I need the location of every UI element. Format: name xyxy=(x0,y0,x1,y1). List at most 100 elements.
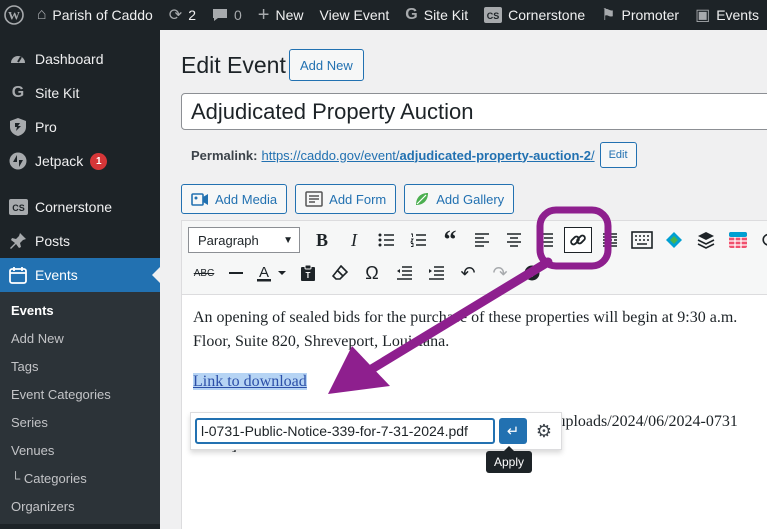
undo-icon[interactable]: ↶ xyxy=(452,259,484,287)
layers-icon[interactable] xyxy=(690,226,722,254)
classic-editor: Paragraph ▼ B I “ ABC A T Ω ↶ ↷ ? An ope… xyxy=(181,220,767,529)
paste-text-icon[interactable]: T xyxy=(292,259,324,287)
bold-icon[interactable]: B xyxy=(306,226,338,254)
add-form-button[interactable]: Add Form xyxy=(295,184,397,214)
comment-bubble-icon xyxy=(212,8,228,22)
submenu-item-series[interactable]: Series xyxy=(0,408,160,436)
insert-link-icon[interactable] xyxy=(564,227,592,253)
submenu-item-venue-categories[interactable]: └ Categories xyxy=(0,464,160,492)
leaf-gallery-icon xyxy=(414,191,430,207)
format-select[interactable]: Paragraph ▼ xyxy=(188,227,300,253)
svg-text:?: ? xyxy=(529,268,536,280)
site-kit-link[interactable]: G Site Kit xyxy=(397,0,476,30)
link-url-input[interactable]: l-0731-Public-Notice-339-for-7-31-2024.p… xyxy=(195,418,495,444)
site-name-link[interactable]: ⌂ Parish of Caddo xyxy=(29,0,161,30)
sidebar-item-cornerstone[interactable]: CS Cornerstone xyxy=(0,190,160,224)
blockquote-icon[interactable]: “ xyxy=(434,226,466,254)
events-link[interactable]: ▣ Events xyxy=(687,0,767,30)
sidebar-item-pro[interactable]: Pro xyxy=(0,110,160,144)
sidebar-item-label: Pro xyxy=(35,119,57,135)
page-title: Edit Event xyxy=(181,52,286,78)
permalink-end: / xyxy=(590,147,595,163)
comments-link[interactable]: 0 xyxy=(204,0,250,30)
sidebar-item-dashboard[interactable]: Dashboard xyxy=(0,42,160,76)
italic-icon[interactable]: I xyxy=(338,226,370,254)
promoter-link[interactable]: ⚑ Promoter xyxy=(593,0,687,30)
sidebar-item-events[interactable]: Events xyxy=(0,258,160,292)
clear-formatting-icon[interactable] xyxy=(324,259,356,287)
refresh-icon[interactable]: ⟳ xyxy=(754,226,767,254)
align-center-icon[interactable] xyxy=(498,226,530,254)
redo-icon[interactable]: ↷ xyxy=(484,259,516,287)
calendar-icon xyxy=(8,265,28,285)
add-gallery-button[interactable]: Add Gallery xyxy=(404,184,515,214)
toolbar-row-2: ABC A T Ω ↶ ↷ ? xyxy=(188,259,548,287)
align-right-icon[interactable] xyxy=(530,226,562,254)
form-icon xyxy=(305,191,323,207)
event-title-input[interactable]: Adjudicated Property Auction xyxy=(181,93,767,130)
add-gallery-label: Add Gallery xyxy=(436,191,505,207)
sidebar-item-label: Dashboard xyxy=(35,51,104,67)
wordpress-logo-icon[interactable]: W xyxy=(0,0,29,30)
svg-text:A: A xyxy=(259,264,269,281)
sidebar-item-label: Posts xyxy=(35,233,71,249)
add-media-label: Add Media xyxy=(215,191,278,207)
text-color-icon[interactable]: A xyxy=(252,259,292,287)
view-event-link[interactable]: View Event xyxy=(312,0,398,30)
sidebar-item-label: Events xyxy=(35,267,78,283)
media-camera-icon xyxy=(191,191,209,207)
table-icon[interactable] xyxy=(722,226,754,254)
diamond-plugin-icon[interactable] xyxy=(658,226,690,254)
permalink-row: Permalink: https://caddo.gov/event/adjud… xyxy=(191,142,637,168)
cornerstone-link[interactable]: CS Cornerstone xyxy=(476,0,593,30)
outdent-icon[interactable] xyxy=(388,259,420,287)
media-buttons: Add Media Add Form Add Gallery xyxy=(181,184,515,214)
indent-icon[interactable] xyxy=(420,259,452,287)
read-more-icon[interactable] xyxy=(594,226,626,254)
admin-bar: W ⌂ Parish of Caddo ⟳ 2 0 + New View Eve… xyxy=(0,0,767,30)
submenu-item-events[interactable]: Events xyxy=(0,296,160,324)
align-left-icon[interactable] xyxy=(466,226,498,254)
site-kit-label: Site Kit xyxy=(423,7,469,23)
edit-permalink-button[interactable]: Edit xyxy=(599,142,637,168)
google-g-icon: G xyxy=(11,84,25,101)
new-content-link[interactable]: + New xyxy=(250,0,312,30)
sidebar-item-label: Jetpack xyxy=(35,153,84,169)
plus-icon: + xyxy=(257,3,270,26)
help-icon[interactable]: ? xyxy=(516,259,548,287)
cs-icon: CS xyxy=(484,7,503,23)
add-media-button[interactable]: Add Media xyxy=(181,184,288,214)
bullet-list-icon[interactable] xyxy=(370,226,402,254)
submenu-item-organizers[interactable]: Organizers xyxy=(0,492,160,520)
download-link[interactable]: Link to download xyxy=(193,373,307,390)
gauge-icon xyxy=(8,49,28,69)
svg-text:W: W xyxy=(8,9,20,23)
numbered-list-icon[interactable] xyxy=(402,226,434,254)
updates-link[interactable]: ⟳ 2 xyxy=(161,0,204,30)
sidebar-item-jetpack[interactable]: Jetpack 1 xyxy=(0,144,160,178)
admin-sidebar: Dashboard G Site Kit Pro Jetpack 1 CS Co… xyxy=(0,30,160,529)
submenu-item-event-categories[interactable]: Event Categories xyxy=(0,380,160,408)
add-form-label: Add Form xyxy=(329,191,387,207)
cs-icon: CS xyxy=(8,197,28,217)
permalink-link[interactable]: https://caddo.gov/event/adjudicated-prop… xyxy=(261,148,594,163)
submenu-item-tags[interactable]: Tags xyxy=(0,352,160,380)
main-content: Edit Event Add New Adjudicated Property … xyxy=(160,30,767,529)
apply-button[interactable]: ↵ xyxy=(499,418,527,444)
special-character-icon[interactable]: Ω xyxy=(356,259,388,287)
strikethrough-icon[interactable]: ABC xyxy=(188,259,220,287)
sidebar-item-posts[interactable]: Posts xyxy=(0,224,160,258)
submenu-item-add-new[interactable]: Add New xyxy=(0,324,160,352)
toolbar-row-1: Paragraph ▼ B I “ xyxy=(188,226,767,254)
submenu-item-venues[interactable]: Venues xyxy=(0,436,160,464)
add-new-button[interactable]: Add New xyxy=(289,49,364,81)
jetpack-bolt-icon xyxy=(8,151,28,171)
toolbar-toggle-icon[interactable] xyxy=(626,226,658,254)
format-select-value: Paragraph xyxy=(198,232,259,248)
comments-count: 0 xyxy=(234,7,242,23)
sidebar-item-site-kit[interactable]: G Site Kit xyxy=(0,76,160,110)
promoter-flag-icon: ⚑ xyxy=(601,7,616,24)
permalink-base: https://caddo.gov/event/ xyxy=(261,147,400,163)
link-options-gear-icon[interactable]: ⚙ xyxy=(531,418,557,444)
horizontal-line-icon[interactable] xyxy=(220,259,252,287)
